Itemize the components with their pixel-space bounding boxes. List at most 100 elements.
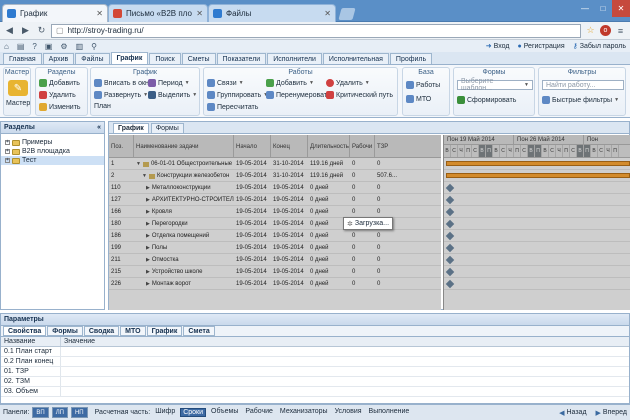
param-value[interactable] xyxy=(61,387,629,396)
calc-link[interactable]: Механизаторы xyxy=(278,408,330,417)
table-row[interactable]: 186 ▶ Отделка помещений 19-05-2014 19-05-201… xyxy=(109,230,441,242)
param-value[interactable] xyxy=(61,377,629,386)
col-pos[interactable]: Поз. xyxy=(109,135,134,158)
table-row[interactable]: 2 ▼ Конструкции железобетон 19-05-2014 31-10… xyxy=(109,170,441,182)
login-link[interactable]: ➜ Вход xyxy=(486,42,510,51)
panel-toggle-top[interactable]: ВП xyxy=(32,407,49,418)
print-icon[interactable]: ▤ xyxy=(17,42,25,51)
tab-home[interactable]: Главная xyxy=(3,53,42,64)
save-icon[interactable]: ▣ xyxy=(45,42,53,51)
tab-executive[interactable]: Исполнительная xyxy=(322,53,389,64)
milestone-marker[interactable] xyxy=(445,267,455,277)
expand-triangle-icon[interactable]: ▼ xyxy=(136,161,141,167)
expand-triangle-icon[interactable]: ▶ xyxy=(146,257,150,263)
col-tzr[interactable]: ТЗР xyxy=(375,135,441,158)
tree-item-b2b[interactable]: + B2B площадка xyxy=(1,147,104,156)
expand-triangle-icon[interactable]: ▶ xyxy=(146,269,150,275)
calc-link[interactable]: Шифр xyxy=(153,408,177,417)
param-row[interactable]: 0.1 План старт xyxy=(1,347,629,357)
tab-indicators[interactable]: Показатели xyxy=(216,53,267,64)
template-select[interactable]: Выберите шаблон... ▼ xyxy=(457,78,533,92)
milestone-marker[interactable] xyxy=(445,255,455,265)
plan-button[interactable]: План xyxy=(94,103,111,110)
expand-button[interactable]: Развернуть ▼ xyxy=(94,91,148,99)
extension-icon[interactable]: o xyxy=(600,25,611,36)
home-icon[interactable]: ⌂ xyxy=(4,42,9,51)
expand-triangle-icon[interactable]: ▶ xyxy=(146,245,150,251)
col-start[interactable]: Начало xyxy=(234,135,271,158)
browser-tab-files[interactable]: Файлы ✕ xyxy=(208,4,336,22)
base-mto-button[interactable]: МТО xyxy=(406,95,431,103)
url-field[interactable]: ▢ http://stroy-trading.ru/ xyxy=(51,23,581,38)
master-button[interactable]: Мастер xyxy=(6,100,30,107)
tab-forms-view[interactable]: Формы xyxy=(150,123,184,133)
links-button[interactable]: Связи ▼ xyxy=(207,79,244,87)
tab-files[interactable]: Файлы xyxy=(75,53,110,64)
param-row[interactable]: 02. ТЗМ xyxy=(1,377,629,387)
table-row[interactable]: 226 ▶ Монтаж ворот 19-05-2014 19-05-2014 0 дн… xyxy=(109,278,441,290)
panel-toggle-bottom[interactable]: НП xyxy=(70,407,88,418)
critical-path-button[interactable]: Критический путь xyxy=(326,91,393,99)
period-button[interactable]: Период ▼ xyxy=(148,79,190,87)
milestone-marker[interactable] xyxy=(445,279,455,289)
close-icon[interactable]: ✕ xyxy=(96,9,103,18)
calc-link[interactable]: Объемы xyxy=(209,408,240,417)
table-row[interactable]: 215 ▶ Устройство школе 19-05-2014 19-05-2014… xyxy=(109,266,441,278)
col-name[interactable]: Наименование задачи xyxy=(134,135,234,158)
expand-triangle-icon[interactable]: ▶ xyxy=(146,221,150,227)
tab-properties[interactable]: Свойства xyxy=(3,326,47,336)
milestone-marker[interactable] xyxy=(445,207,455,217)
col-duration[interactable]: Длительность xyxy=(308,135,350,158)
tab-profile[interactable]: Профиль xyxy=(389,53,433,64)
browser-tab-schedule[interactable]: График ✕ xyxy=(2,4,108,22)
forward-button[interactable]: ▶ Вперед xyxy=(596,409,627,417)
tab-estimates[interactable]: Сметы xyxy=(181,53,216,64)
milestone-marker[interactable] xyxy=(445,231,455,241)
calc-link[interactable]: Выполнение xyxy=(367,408,412,417)
param-value[interactable] xyxy=(61,357,629,366)
tab-search[interactable]: Поиск xyxy=(149,53,181,64)
milestone-marker[interactable] xyxy=(445,195,455,205)
wizard-icon[interactable]: ✎ xyxy=(8,80,28,96)
panel-toggle-left[interactable]: ЛП xyxy=(51,407,68,418)
expand-triangle-icon[interactable]: ▶ xyxy=(146,197,150,203)
col-workers[interactable]: Рабочи xyxy=(350,135,375,158)
back-button[interactable]: ◀ Назад xyxy=(559,409,586,417)
calc-link[interactable]: Рабочие xyxy=(243,408,275,417)
select-button[interactable]: Выделить ▼ xyxy=(148,91,197,99)
back-arrow-icon[interactable]: ◀ xyxy=(3,24,16,37)
tab-estimate[interactable]: Смета xyxy=(183,326,215,336)
param-value[interactable] xyxy=(61,367,629,376)
settings-icon[interactable]: ⚙ xyxy=(60,42,67,51)
fit-window-button[interactable]: Вписать в окно xyxy=(94,79,153,87)
milestone-marker[interactable] xyxy=(445,243,455,253)
work-delete-button[interactable]: Удалить ▼ xyxy=(326,79,370,87)
table-row[interactable]: 1 ▼ 06-01-01 Общестроительные 19-05-2014 31-… xyxy=(109,158,441,170)
tree-item-examples[interactable]: + Примеры xyxy=(1,138,104,147)
recalc-button[interactable]: Пересчитать xyxy=(207,103,258,111)
help-icon[interactable]: ? xyxy=(32,42,36,51)
col-end[interactable]: Конец xyxy=(271,135,308,158)
tab-archive[interactable]: Архив xyxy=(42,53,75,64)
register-link[interactable]: ● Регистрация xyxy=(517,43,564,50)
close-window-icon[interactable]: ✕ xyxy=(612,0,630,17)
section-add-button[interactable]: Добавить xyxy=(39,79,80,87)
generate-button[interactable]: Сформировать xyxy=(457,96,516,104)
expand-triangle-icon[interactable]: ▶ xyxy=(146,185,150,191)
calc-link[interactable]: Сроки xyxy=(180,408,207,417)
base-works-button[interactable]: Работы xyxy=(406,81,440,89)
expand-icon[interactable]: + xyxy=(5,149,10,154)
col-param-name[interactable]: Название xyxy=(1,337,61,346)
tab-contractors[interactable]: Исполнители xyxy=(267,53,322,64)
expand-triangle-icon[interactable]: ▶ xyxy=(146,233,150,239)
tab-schedule-view[interactable]: График xyxy=(113,123,149,133)
milestone-marker[interactable] xyxy=(445,219,455,229)
section-delete-button[interactable]: Удалить xyxy=(39,91,76,99)
param-row[interactable]: 0.2 План конец xyxy=(1,357,629,367)
close-icon[interactable]: ✕ xyxy=(324,9,331,18)
work-add-button[interactable]: Добавить ▼ xyxy=(266,79,314,87)
tab-schedule-params[interactable]: График xyxy=(146,326,183,336)
table-row[interactable]: 211 ▶ Отмостка 19-05-2014 19-05-2014 0 дней 0 0 xyxy=(109,254,441,266)
expand-triangle-icon[interactable]: ▶ xyxy=(146,281,150,287)
tab-forms[interactable]: Формы xyxy=(47,326,83,336)
